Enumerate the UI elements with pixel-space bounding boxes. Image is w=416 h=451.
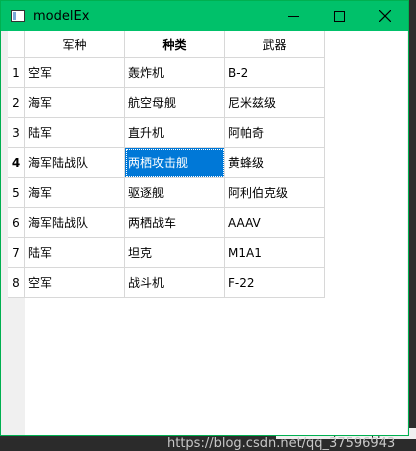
- selected-table-cell[interactable]: 两栖攻击舰: [125, 148, 225, 178]
- maximize-icon: [333, 10, 345, 22]
- column-header[interactable]: 种类: [125, 31, 225, 58]
- table-row: 海军 航空母舰 尼米兹级: [25, 88, 325, 118]
- table-cell[interactable]: 陆军: [25, 118, 125, 148]
- table-cell[interactable]: 尼米兹级: [225, 88, 325, 118]
- minimize-icon: [287, 15, 299, 17]
- row-header[interactable]: 4: [8, 148, 25, 178]
- table-cell[interactable]: 黄蜂级: [225, 148, 325, 178]
- column-header[interactable]: 军种: [25, 31, 125, 58]
- table-cell[interactable]: 驱逐舰: [125, 178, 225, 208]
- table-cell[interactable]: 陆军: [25, 238, 125, 268]
- table-cell[interactable]: 坦克: [125, 238, 225, 268]
- table-cell[interactable]: 航空母舰: [125, 88, 225, 118]
- table-row: 海军陆战队 两栖攻击舰 黄蜂级: [25, 148, 325, 178]
- table-row: 陆军 坦克 M1A1: [25, 238, 325, 268]
- table-cell[interactable]: M1A1: [225, 238, 325, 268]
- title-bar[interactable]: modelEx: [1, 1, 408, 31]
- table-row: 陆军 直升机 阿帕奇: [25, 118, 325, 148]
- table-row: 海军陆战队 两栖战车 AAAV: [25, 208, 325, 238]
- app-icon: [11, 10, 25, 22]
- table-view[interactable]: 1 2 3 4 5 6 7 8 军种 种类 武器 空军 轰炸机 B-2 海军 航…: [1, 31, 408, 451]
- table-cell[interactable]: 阿利伯克级: [225, 178, 325, 208]
- table-row: 空军 轰炸机 B-2: [25, 58, 325, 88]
- table-cell[interactable]: F-22: [225, 268, 325, 298]
- row-header-column: 1 2 3 4 5 6 7 8: [8, 58, 25, 298]
- table-row: 空军 战斗机 F-22: [25, 268, 325, 298]
- table-cell[interactable]: 空军: [25, 58, 125, 88]
- table-cell[interactable]: 直升机: [125, 118, 225, 148]
- row-header[interactable]: 8: [8, 268, 25, 298]
- table-cell[interactable]: 海军: [25, 88, 125, 118]
- table-cell[interactable]: 海军陆战队: [25, 208, 125, 238]
- table-cell[interactable]: 轰炸机: [125, 58, 225, 88]
- table-cell[interactable]: 海军: [25, 178, 125, 208]
- table-cell[interactable]: B-2: [225, 58, 325, 88]
- row-header[interactable]: 2: [8, 88, 25, 118]
- table-cell[interactable]: 两栖战车: [125, 208, 225, 238]
- window-title: modelEx: [33, 8, 90, 24]
- table-cell[interactable]: 空军: [25, 268, 125, 298]
- row-header[interactable]: 7: [8, 238, 25, 268]
- table-cell[interactable]: 海军陆战队: [25, 148, 125, 178]
- row-header[interactable]: 1: [8, 58, 25, 88]
- row-header[interactable]: 6: [8, 208, 25, 238]
- minimize-button[interactable]: [270, 1, 316, 31]
- table-cell[interactable]: 战斗机: [125, 268, 225, 298]
- table-grid: 军种 种类 武器 空军 轰炸机 B-2 海军 航空母舰 尼米兹级 陆军 直升机: [25, 31, 407, 435]
- table-row: 海军 驱逐舰 阿利伯克级: [25, 178, 325, 208]
- column-header[interactable]: 武器: [225, 31, 325, 58]
- row-header[interactable]: 5: [8, 178, 25, 208]
- column-header-row: 军种 种类 武器: [25, 31, 325, 58]
- table-cell[interactable]: 阿帕奇: [225, 118, 325, 148]
- table-cell[interactable]: AAAV: [225, 208, 325, 238]
- close-button[interactable]: [362, 1, 408, 31]
- corner-button[interactable]: [8, 31, 25, 58]
- row-header[interactable]: 3: [8, 118, 25, 148]
- watermark: https://blog.csdn.net/qq_37596943: [167, 436, 396, 451]
- table-body: 空军 轰炸机 B-2 海军 航空母舰 尼米兹级 陆军 直升机 阿帕奇 海军陆战队…: [25, 58, 325, 298]
- app-window: modelEx 1 2 3 4 5 6 7 8 军种 种类 武器 空军 轰炸机 …: [0, 0, 409, 451]
- maximize-button[interactable]: [316, 1, 362, 31]
- close-icon: [379, 10, 391, 22]
